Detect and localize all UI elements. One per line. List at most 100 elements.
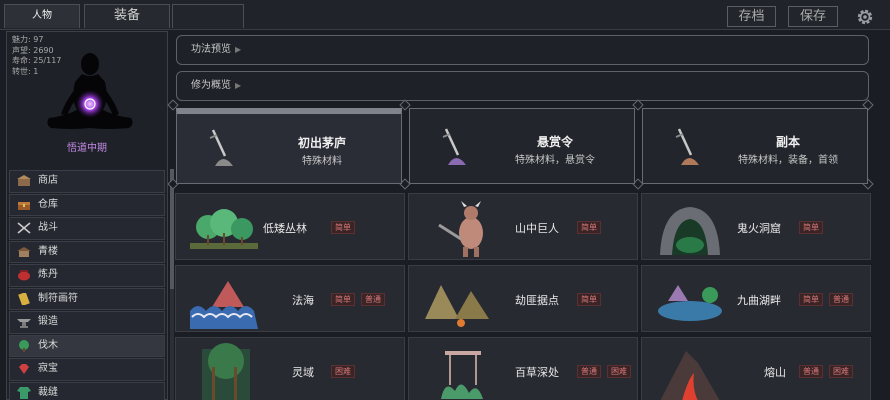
- difficulty-badge: 普通: [829, 293, 853, 306]
- menu-item-forge[interactable]: 锻造: [9, 311, 165, 334]
- sea-waves-icon: [190, 281, 258, 329]
- location-card[interactable]: 劫匪据点 简单: [408, 265, 638, 332]
- menu-item-label: 青楼: [38, 245, 58, 257]
- stat-label: 寿命: [12, 56, 28, 65]
- technique-preview-bar[interactable]: 功法预览 ▶: [176, 35, 869, 65]
- archive-button[interactable]: 存档: [727, 6, 776, 27]
- tab-people[interactable]: 人物: [4, 4, 80, 28]
- location-card[interactable]: 山中巨人 简单: [408, 193, 638, 260]
- difficulty-badge: 简单: [577, 293, 601, 306]
- save-button[interactable]: 保存: [788, 6, 838, 27]
- category-title: 副本: [775, 135, 800, 149]
- difficulty-badge: 困难: [607, 365, 631, 378]
- tab-equipment[interactable]: 装备: [84, 4, 170, 28]
- location-card[interactable]: 九曲湖畔 简单 普通: [641, 265, 871, 332]
- lake-icon: [658, 285, 722, 321]
- crossed-swords-icon: [17, 222, 31, 234]
- difficulty-badge: 简单: [331, 221, 355, 234]
- shop-icon: [17, 175, 31, 186]
- location-name: 百草深处: [515, 366, 559, 379]
- bandit-camp-icon: [425, 285, 489, 327]
- stat-label: 转世: [12, 66, 28, 76]
- location-card[interactable]: 低矮丛林 简单: [175, 193, 405, 260]
- volcano-icon: [660, 351, 720, 400]
- anvil-icon: [17, 319, 31, 328]
- difficulty-badge: 简单: [331, 293, 355, 306]
- stat-label: 魅力: [12, 35, 28, 44]
- stat-label: 声望: [12, 45, 28, 55]
- difficulty-badge: 普通: [577, 365, 601, 378]
- menu-item-woodcutting[interactable]: 伐木: [9, 334, 165, 357]
- cultivation-overview-label: 修为概览: [191, 80, 231, 91]
- location-name: 法海: [292, 294, 314, 307]
- category-dungeon[interactable]: 副本 特殊材料，装备，首领: [642, 108, 868, 184]
- menu-item-storage[interactable]: 仓库: [9, 193, 165, 216]
- tree-icon: [19, 339, 29, 352]
- location-card[interactable]: 熔山 普通 困难: [641, 337, 871, 400]
- giant-icon: [438, 201, 483, 257]
- menu-item-label: 炼丹: [38, 269, 58, 280]
- menu-item-label: 寂宝: [38, 363, 58, 374]
- tab-empty: [172, 4, 244, 28]
- menu-item-label: 战斗: [38, 222, 58, 233]
- meditating-figure-icon: [47, 53, 133, 129]
- forest-icon: [190, 209, 258, 249]
- spirit-forest-icon: [202, 343, 250, 400]
- cultivation-realm: 悟道中期: [67, 143, 107, 154]
- difficulty-badge: 困难: [829, 365, 853, 378]
- menu-item-label: 伐木: [38, 339, 58, 351]
- category-subtitle: 特殊材料，悬赏令: [515, 155, 595, 166]
- location-card[interactable]: 鬼火洞窟 简单: [641, 193, 871, 260]
- menu-item-treasure[interactable]: 寂宝: [9, 358, 165, 381]
- location-name: 低矮丛林: [263, 222, 307, 235]
- category-subtitle: 特殊材料: [302, 156, 342, 167]
- category-beginner[interactable]: 初出茅庐 特殊材料: [176, 108, 402, 184]
- location-name: 山中巨人: [515, 222, 559, 235]
- difficulty-badge: 普通: [361, 293, 385, 306]
- menu-item-alchemy[interactable]: 炼丹: [9, 264, 165, 287]
- difficulty-badge: 简单: [799, 293, 823, 306]
- difficulty-badge: 普通: [799, 365, 823, 378]
- menu-item-tailor[interactable]: 裁缝: [9, 381, 165, 400]
- menu-item-label: 锻造: [38, 316, 58, 327]
- technique-preview-label: 功法预览: [191, 44, 231, 55]
- cultivation-overview-bar[interactable]: 修为概览 ▶: [176, 71, 869, 101]
- house-icon: [17, 246, 31, 257]
- gem-icon: [19, 364, 29, 374]
- location-name: 熔山: [764, 366, 786, 379]
- location-card[interactable]: 法海 简单 普通: [175, 265, 405, 332]
- category-title: 初出茅庐: [297, 136, 346, 150]
- location-card[interactable]: 灵域 困难: [175, 337, 405, 400]
- category-bounty[interactable]: 悬赏令 特殊材料，悬赏令: [409, 108, 635, 184]
- sword-in-stone-icon: [442, 128, 466, 165]
- expand-arrow-icon: ▶: [235, 45, 242, 54]
- location-name: 九曲湖畔: [737, 294, 781, 307]
- talisman-icon: [18, 292, 30, 305]
- menu-item-label: 仓库: [38, 198, 58, 210]
- menu-scrollbar[interactable]: [170, 169, 174, 400]
- side-menu: 商店 仓库 战斗 青楼 炼丹 制符画符 锻造 伐木 寂宝 裁缝: [7, 170, 167, 400]
- location-name: 劫匪据点: [515, 294, 559, 307]
- menu-item-talisman[interactable]: 制符画符: [9, 287, 165, 310]
- menu-item-brothel[interactable]: 青楼: [9, 240, 165, 263]
- location-card[interactable]: 百草深处 普通 困难: [408, 337, 638, 400]
- difficulty-badge: 困难: [331, 365, 355, 378]
- expand-arrow-icon: ▶: [235, 81, 242, 90]
- robe-icon: [17, 386, 31, 399]
- location-name: 鬼火洞窟: [737, 222, 781, 235]
- cauldron-icon: [18, 270, 30, 281]
- sword-in-stone-icon: [675, 128, 699, 165]
- menu-item-label: 制符画符: [38, 292, 78, 304]
- chest-icon: [18, 201, 30, 210]
- menu-item-label: 商店: [38, 175, 58, 186]
- cave-icon: [660, 207, 720, 255]
- top-bar: 人物 装备 存档 保存: [0, 0, 890, 30]
- menu-item-battle[interactable]: 战斗: [9, 217, 165, 240]
- sword-in-stone-icon: [209, 129, 233, 166]
- category-subtitle: 特殊材料，装备，首领: [738, 155, 838, 166]
- location-name: 灵域: [292, 366, 314, 379]
- gear-icon[interactable]: [855, 7, 875, 27]
- menu-item-shop[interactable]: 商店: [9, 170, 165, 193]
- difficulty-badge: 简单: [799, 221, 823, 234]
- difficulty-badge: 简单: [577, 221, 601, 234]
